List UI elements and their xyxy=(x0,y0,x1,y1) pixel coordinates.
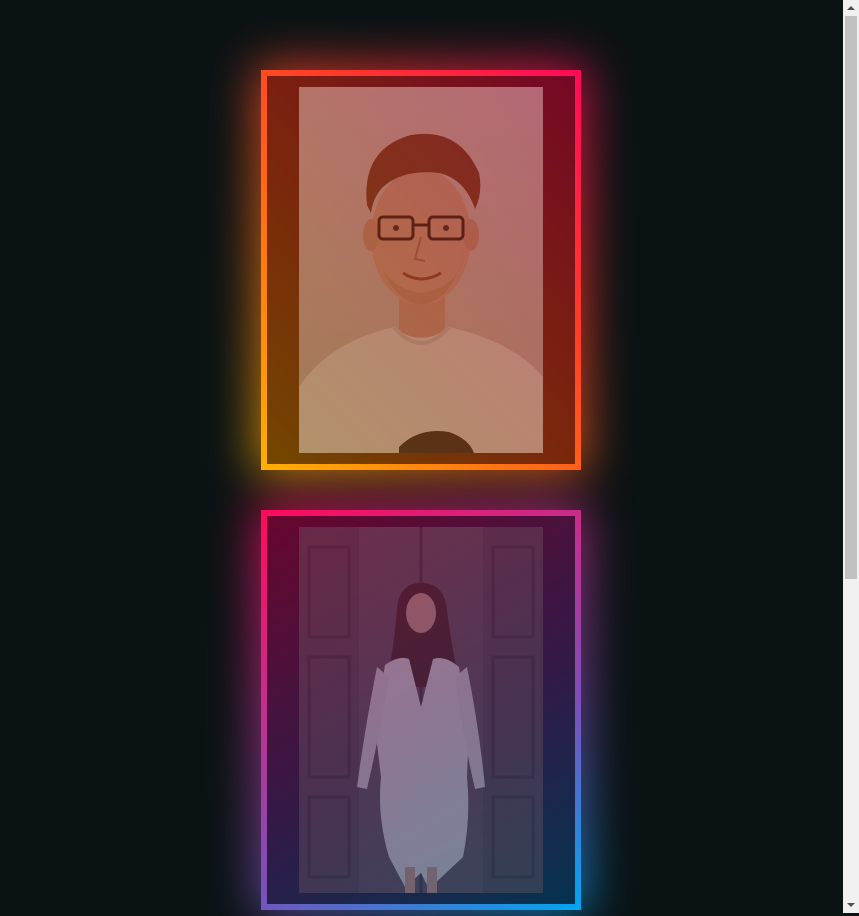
vertical-scrollbar[interactable] xyxy=(843,0,859,913)
card-color-tint xyxy=(267,516,575,904)
arrow-down-icon[interactable] xyxy=(843,897,859,913)
card-inner xyxy=(267,516,575,904)
page-viewport xyxy=(0,0,843,916)
card-inner xyxy=(267,76,575,464)
scrollbar-thumb[interactable] xyxy=(845,16,857,579)
image-card-2[interactable] xyxy=(255,504,587,916)
arrow-up-icon[interactable] xyxy=(843,0,859,16)
image-card-1[interactable] xyxy=(255,64,587,476)
card-color-tint xyxy=(267,76,575,464)
